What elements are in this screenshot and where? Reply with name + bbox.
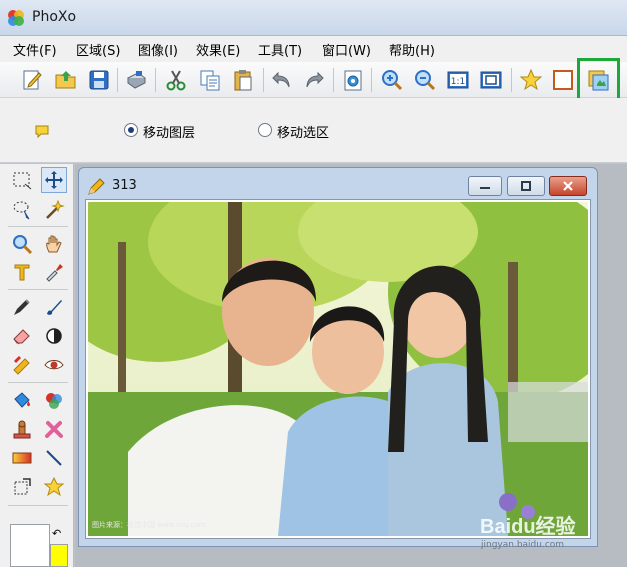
red-eye-icon[interactable] [41,352,67,378]
transform-tool-icon[interactable] [9,474,35,500]
restore-button[interactable] [507,176,545,196]
settings-icon[interactable] [338,65,368,95]
fit-window-icon[interactable] [476,65,506,95]
hand-tool-icon[interactable] [41,231,67,257]
menu-window[interactable]: 窗口(W) [322,40,371,59]
save-icon[interactable] [84,65,114,95]
fill-tool-icon[interactable] [9,388,35,414]
new-icon[interactable] [17,65,47,95]
tool-options-bar: 移动图层 移动选区 [0,98,627,163]
contrast-tool-icon[interactable] [41,323,67,349]
actual-size-icon[interactable]: 1:1 [443,65,473,95]
menu-region[interactable]: 区域(S) [76,40,120,59]
restore-icon [521,181,531,191]
rect-select-icon[interactable] [9,168,35,194]
menu-tools[interactable]: 工具(T) [258,40,302,59]
baidu-watermark-url: jingyan.baidu.com [481,540,565,550]
print-icon[interactable] [121,65,151,95]
main-toolbar: 1:1 [0,62,627,98]
eyedropper-icon[interactable] [41,259,67,285]
close-button[interactable] [549,176,587,196]
menu-help[interactable]: 帮助(H) [389,40,435,59]
color-replace-icon[interactable] [41,388,67,414]
tip-icon [35,125,49,139]
pen-tool-icon[interactable] [9,294,35,320]
minimize-button[interactable] [468,176,502,196]
phoxo-logo-icon [8,10,24,26]
document-title: 313 [112,178,137,193]
zoom-in-icon[interactable] [377,65,407,95]
gradient-tool-icon[interactable] [9,445,35,471]
paste-icon[interactable] [228,65,258,95]
text-tool-icon[interactable] [9,259,35,285]
pencil-icon [88,178,105,195]
foreground-color-swatch[interactable] [50,544,68,567]
stamp-tool-icon[interactable] [9,417,35,443]
copy-icon[interactable] [195,65,225,95]
redo-icon[interactable] [299,65,329,95]
frame-icon[interactable] [548,65,578,95]
undo-icon[interactable] [267,65,297,95]
menu-image[interactable]: 图像(I) [138,40,178,59]
move-layer-label[interactable]: 移动图层 [143,122,195,141]
highlight-box [577,58,620,102]
favorite-icon[interactable] [516,65,546,95]
family-photo-drawing [88,202,588,536]
move-tool-icon[interactable] [41,167,67,193]
background-color-swatch[interactable] [10,524,50,567]
baidu-watermark: Baidu经验 [480,516,576,538]
swap-colors-icon[interactable]: ↶ [52,527,61,540]
move-layer-radio[interactable] [124,123,138,137]
open-icon[interactable] [51,65,81,95]
magic-wand-icon[interactable] [41,197,67,223]
brush-tool-icon[interactable] [41,294,67,320]
eraser-tool-icon[interactable] [9,323,35,349]
zoom-tool-icon[interactable] [9,231,35,257]
photo-credit: 图片来源：视觉中国 www.vcg.com [92,521,206,529]
family-photo[interactable] [88,202,588,536]
move-selection-radio[interactable] [258,123,272,137]
shape-tool-icon[interactable] [41,474,67,500]
lasso-icon[interactable] [9,197,35,223]
title-bar: PhoXo [0,0,627,36]
cut-icon[interactable] [161,65,191,95]
move-selection-label[interactable]: 移动选区 [277,122,329,141]
line-tool-icon[interactable] [41,445,67,471]
minimize-icon [480,187,490,189]
zoom-out-icon[interactable] [410,65,440,95]
menu-file[interactable]: 文件(F) [13,40,57,59]
window-title: PhoXo [32,9,77,25]
smudge-tool-icon[interactable] [9,352,35,378]
actual-size-label: 1:1 [451,77,465,87]
menu-bar: 文件(F) 区域(S) 图像(I) 效果(E) 工具(T) 窗口(W) 帮助(H… [0,36,627,62]
heal-tool-icon[interactable] [41,417,67,443]
close-icon [563,181,573,191]
menu-effect[interactable]: 效果(E) [196,40,240,59]
